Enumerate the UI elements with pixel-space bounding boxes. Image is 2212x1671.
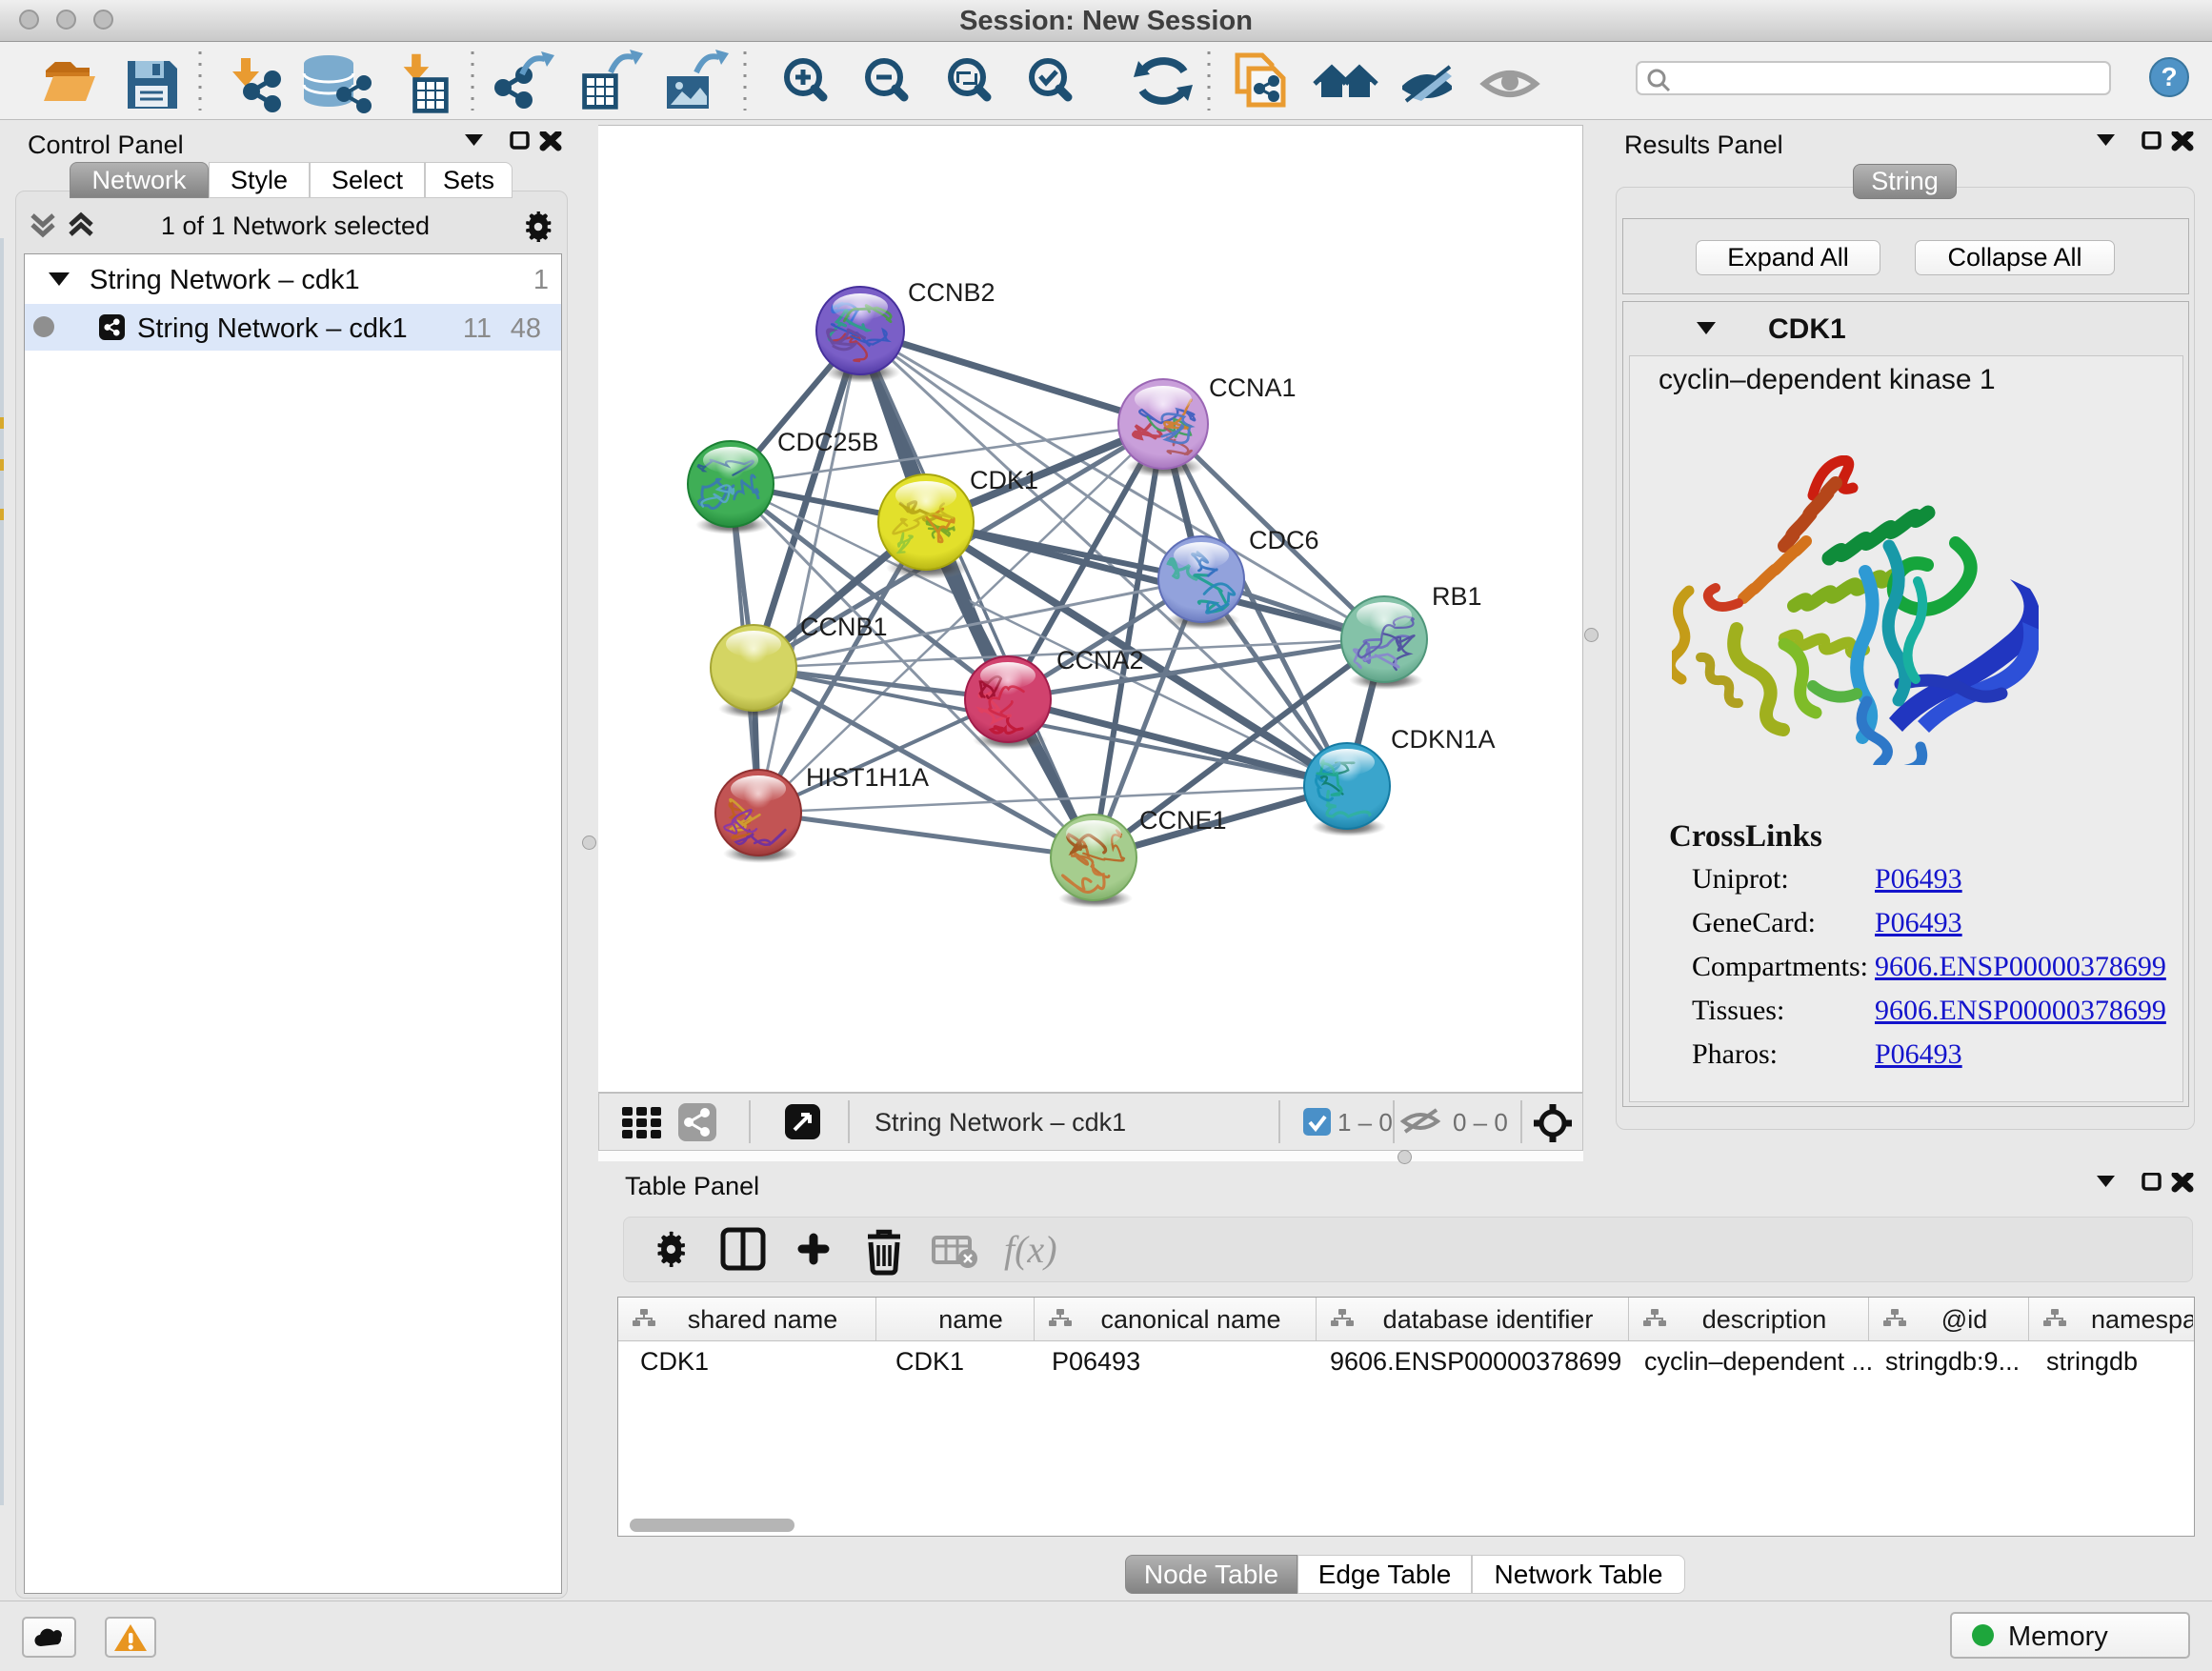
svg-text:1 – 0: 1 – 0: [1337, 1108, 1393, 1137]
svg-text:CCNB2: CCNB2: [908, 278, 995, 307]
svg-text:0 – 0: 0 – 0: [1453, 1108, 1508, 1137]
svg-text:CCNB1: CCNB1: [800, 613, 888, 641]
svg-text:CCNA2: CCNA2: [1056, 646, 1144, 674]
svg-text:CDK1: CDK1: [970, 466, 1038, 494]
svg-text:CCNE1: CCNE1: [1139, 806, 1227, 835]
svg-text:CCNA1: CCNA1: [1209, 373, 1297, 402]
svg-text:CDC25B: CDC25B: [777, 428, 879, 456]
svg-text:RB1: RB1: [1432, 582, 1482, 611]
svg-text:f(x): f(x): [1004, 1228, 1057, 1271]
svg-text:CDC6: CDC6: [1249, 526, 1319, 554]
svg-text:CDKN1A: CDKN1A: [1391, 725, 1496, 754]
svg-text:String Network – cdk1: String Network – cdk1: [875, 1108, 1126, 1137]
svg-text:HIST1H1A: HIST1H1A: [806, 763, 929, 792]
